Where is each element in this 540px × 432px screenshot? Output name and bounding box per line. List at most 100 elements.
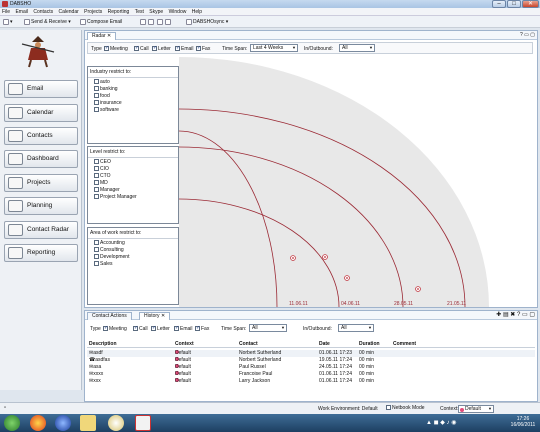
contact-point[interactable]: [322, 254, 328, 260]
table-row[interactable]: ✉ xxx Default Larry Jackson 01.06.11 17:…: [87, 378, 535, 385]
level-option[interactable]: CIO: [88, 165, 178, 172]
tab-radar[interactable]: Radar ✕: [87, 32, 117, 40]
table-row[interactable]: ☎ asdfas Default Norbert Sutherland 19.0…: [87, 357, 535, 364]
history-controls[interactable]: ✚ ▤ ✖ ? ▭ ▢: [496, 311, 535, 318]
col-comment[interactable]: Comment: [393, 341, 416, 347]
tab-contact-actions[interactable]: Contact Actions: [87, 312, 132, 320]
compose-email-button[interactable]: Compose Email: [80, 18, 122, 26]
checkbox[interactable]: [94, 186, 99, 192]
chrome-icon[interactable]: [30, 415, 46, 431]
table-row[interactable]: ✉ asdf Default Norbert Sutherland 01.06.…: [87, 350, 535, 357]
menu-help[interactable]: Help: [190, 8, 204, 16]
checkbox[interactable]: [94, 246, 99, 252]
menu-window[interactable]: Window: [167, 8, 189, 16]
timespan-select[interactable]: Last 4 Weeks ▼: [250, 44, 298, 52]
type-email-checkbox[interactable]: Email: [174, 325, 193, 332]
type-letter-checkbox[interactable]: Letter: [151, 325, 170, 332]
checkbox[interactable]: [104, 45, 109, 52]
contact-point[interactable]: [415, 286, 421, 292]
list-icon[interactable]: [148, 18, 155, 25]
type-call-checkbox[interactable]: Call: [133, 325, 148, 332]
sync-button[interactable]: DABSHOsync ▾: [186, 18, 228, 26]
app-icon[interactable]: [108, 415, 124, 431]
work-option[interactable]: Sales: [88, 260, 178, 267]
timespan-select[interactable]: All ▼: [249, 324, 287, 332]
sidebar-item-planning[interactable]: Planning: [4, 197, 78, 215]
checkbox[interactable]: [94, 165, 99, 171]
clock[interactable]: 17:26 16/06/2011: [508, 416, 538, 428]
industry-option[interactable]: banking: [88, 85, 178, 92]
type-letter-checkbox[interactable]: Letter: [152, 45, 171, 52]
sidebar-item-dashboard[interactable]: Dashboard: [4, 150, 78, 168]
checkbox[interactable]: [94, 99, 99, 105]
checkbox[interactable]: [175, 45, 180, 52]
col-context[interactable]: Context: [175, 341, 194, 347]
checkbox[interactable]: [94, 193, 99, 199]
send-receive-button[interactable]: Send & Receive ▾: [24, 18, 71, 26]
type-email-checkbox[interactable]: Email: [175, 45, 194, 52]
new-item-dropdown[interactable]: ▾: [3, 18, 13, 26]
print-icon[interactable]: [156, 18, 163, 25]
industry-option[interactable]: auto: [88, 78, 178, 85]
checkbox[interactable]: [94, 158, 99, 164]
folder-icon[interactable]: [80, 415, 96, 431]
type-meeting-checkbox[interactable]: Meeting: [104, 45, 128, 52]
checkbox[interactable]: [94, 85, 99, 91]
checkbox[interactable]: [94, 172, 99, 178]
type-fax-checkbox[interactable]: Fax: [195, 325, 209, 332]
table-row[interactable]: ✉ xxxx Default Francoise Paul 01.06.11 1…: [87, 371, 535, 378]
level-option[interactable]: Manager: [88, 186, 178, 193]
menu-projects[interactable]: Projects: [82, 8, 104, 16]
col-description[interactable]: Description: [89, 341, 117, 347]
industry-option[interactable]: food: [88, 92, 178, 99]
checkbox[interactable]: [151, 325, 156, 332]
checkbox[interactable]: [386, 405, 391, 411]
level-option[interactable]: MD: [88, 179, 178, 186]
panel-controls[interactable]: ? ▭ ▢: [520, 32, 535, 38]
col-contact[interactable]: Contact: [239, 341, 258, 347]
context-select[interactable]: Default ▼: [458, 405, 494, 413]
sidebar-item-calendar[interactable]: Calendar: [4, 104, 78, 122]
sidebar-item-reporting[interactable]: Reporting: [4, 244, 78, 262]
inout-select[interactable]: All ▼: [339, 44, 375, 52]
type-call-checkbox[interactable]: Call: [134, 45, 149, 52]
checkbox[interactable]: [152, 45, 157, 52]
checkbox[interactable]: [195, 325, 200, 332]
menu-contacts[interactable]: Contacts: [31, 8, 55, 16]
checkbox[interactable]: [94, 92, 99, 98]
checkbox[interactable]: [94, 253, 99, 259]
close-button[interactable]: ✕: [522, 0, 539, 8]
start-button[interactable]: [4, 415, 20, 431]
chart-icon[interactable]: [165, 18, 172, 25]
table-row[interactable]: ✉ asa Default Paul Russel 24.05.11 17:24…: [87, 364, 535, 371]
checkbox[interactable]: [174, 325, 179, 332]
media-player-icon[interactable]: [55, 415, 71, 431]
sidebar-item-contact-radar[interactable]: Contact Radar: [4, 221, 78, 239]
checkbox[interactable]: [196, 45, 201, 52]
level-option[interactable]: Project Manager: [88, 193, 178, 200]
checkbox[interactable]: [94, 239, 99, 245]
checkbox[interactable]: [103, 325, 108, 332]
sidebar-item-projects[interactable]: Projects: [4, 174, 78, 192]
contact-point[interactable]: [290, 255, 296, 261]
calendar-icon[interactable]: [140, 18, 146, 25]
checkbox[interactable]: [94, 106, 99, 112]
minimize-button[interactable]: –: [492, 0, 506, 8]
menu-test[interactable]: Test: [133, 8, 146, 16]
sidebar-item-email[interactable]: Email: [4, 80, 78, 98]
level-option[interactable]: CTO: [88, 172, 178, 179]
maximize-button[interactable]: □: [507, 0, 521, 8]
work-option[interactable]: Development: [88, 253, 178, 260]
menu-reporting[interactable]: Reporting: [106, 8, 132, 16]
netbook-mode-toggle[interactable]: Netbook Mode: [386, 405, 425, 411]
type-meeting-checkbox[interactable]: Meeting: [103, 325, 127, 332]
col-duration[interactable]: Duration: [359, 341, 380, 347]
sidebar-item-contacts[interactable]: Contacts: [4, 127, 78, 145]
contact-point[interactable]: [344, 275, 350, 281]
checkbox[interactable]: [133, 325, 138, 332]
menu-email[interactable]: Email: [13, 8, 30, 16]
dabsho-icon[interactable]: [135, 415, 151, 431]
type-fax-checkbox[interactable]: Fax: [196, 45, 210, 52]
industry-option[interactable]: insurance: [88, 99, 178, 106]
menu-skype[interactable]: Skype: [147, 8, 165, 16]
